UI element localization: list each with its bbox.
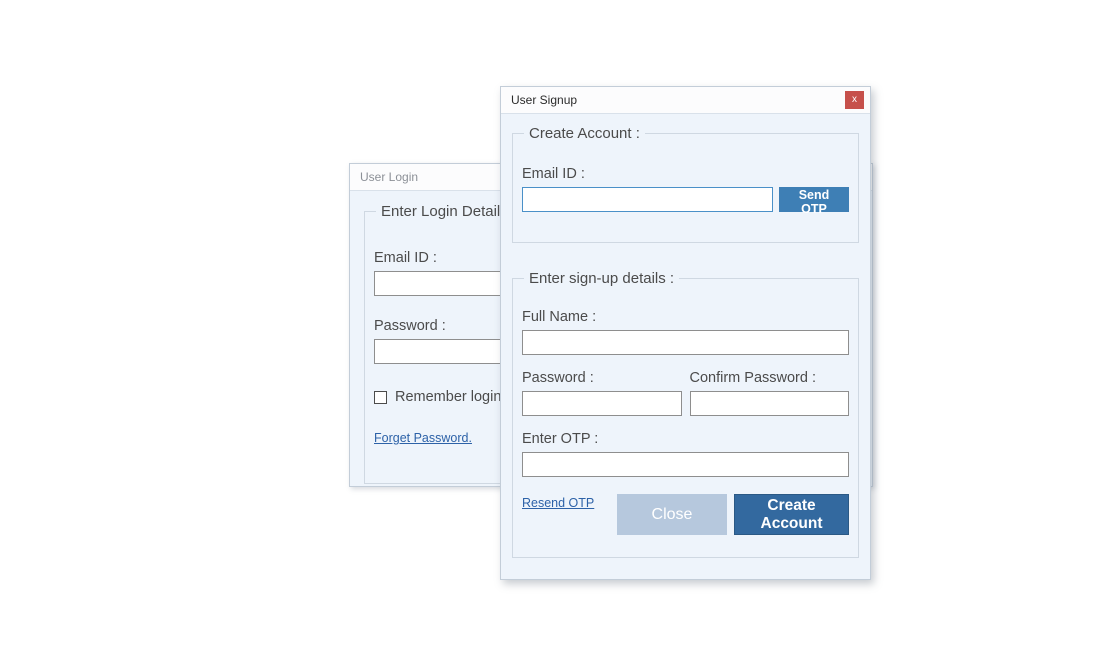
signup-action-buttons: Close Create Account [617,494,849,535]
signup-bottom-bar: Resend OTP Close Create Account [522,494,849,535]
password-field-wrap: Password : [522,370,682,416]
signup-details-groupbox: Enter sign-up details : Full Name : Pass… [512,270,859,558]
signup-password-input[interactable] [522,391,682,416]
signup-email-input[interactable] [522,187,773,212]
password-row: Password : Confirm Password : [522,370,849,416]
close-button[interactable]: Close [617,494,727,535]
login-window-title: User Login [360,170,419,184]
signup-window-body: Create Account : Email ID : Send OTP Ent… [501,114,870,579]
signup-email-field-wrap: Email ID : Send OTP [522,166,849,216]
create-account-legend: Create Account : [529,125,640,142]
full-name-label: Full Name : [522,309,597,325]
otp-field-wrap: Enter OTP : [522,431,849,477]
resend-otp-link[interactable]: Resend OTP [522,496,594,510]
signup-password-label: Password : [522,370,594,386]
full-name-field-wrap: Full Name : [522,309,849,355]
checkbox-icon[interactable] [374,390,387,404]
send-otp-button[interactable]: Send OTP [779,187,849,216]
signup-window-title: User Signup [511,93,578,107]
user-signup-window[interactable]: User Signup x Create Account : Email ID … [500,86,871,580]
signup-window-titlebar[interactable]: User Signup x [501,87,870,114]
create-account-groupbox: Create Account : Email ID : Send OTP [512,125,859,243]
otp-label: Enter OTP : [522,431,599,447]
confirm-password-field-wrap: Confirm Password : [689,370,849,416]
signup-email-label: Email ID : [522,166,585,182]
forget-password-link[interactable]: Forget Password. [374,431,472,445]
create-account-button[interactable]: Create Account [734,494,849,535]
signup-email-row: Send OTP [522,187,849,216]
signup-details-legend: Enter sign-up details : [529,270,675,287]
otp-input[interactable] [522,452,849,477]
confirm-password-label: Confirm Password : [689,370,817,386]
full-name-input[interactable] [522,330,849,355]
close-icon[interactable]: x [845,91,864,109]
confirm-password-input[interactable] [689,391,849,416]
